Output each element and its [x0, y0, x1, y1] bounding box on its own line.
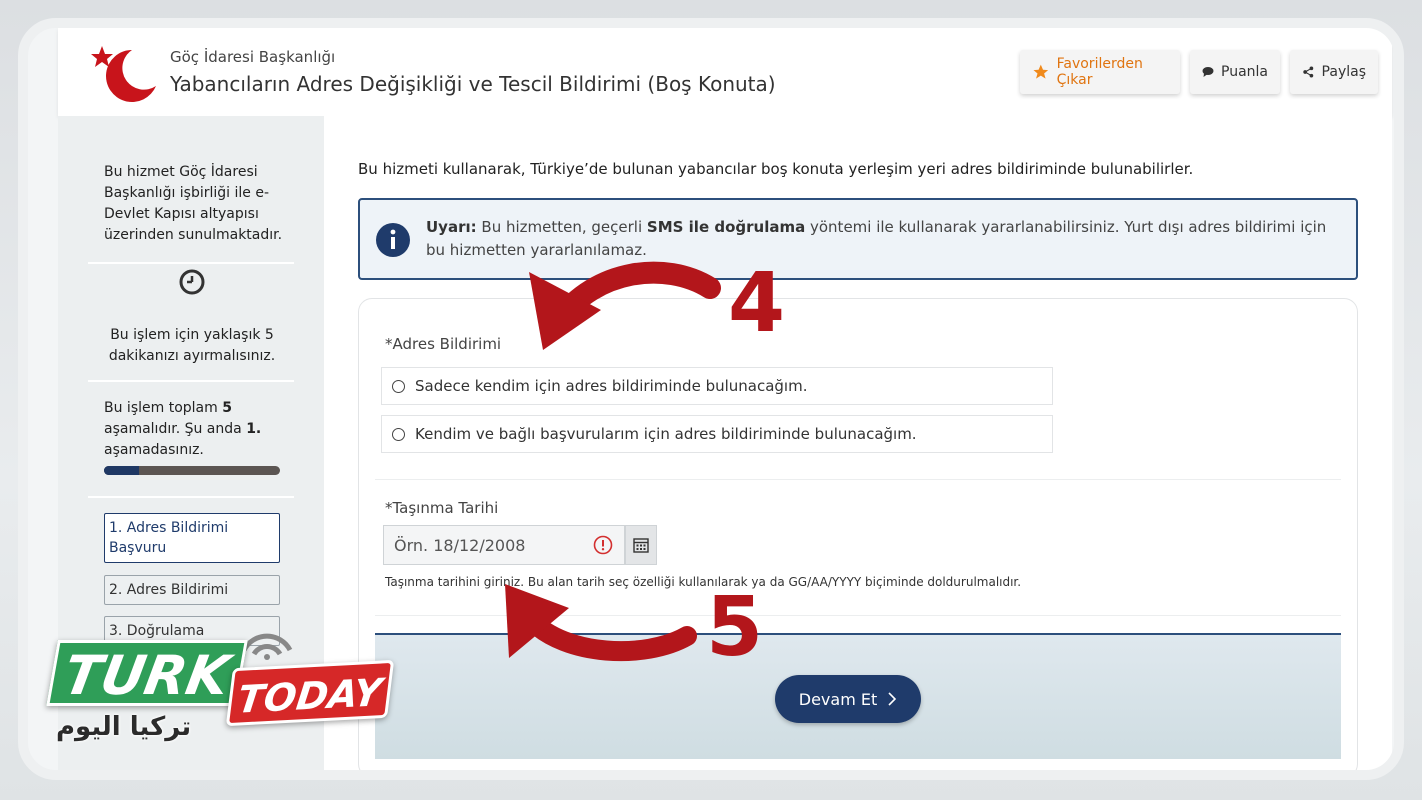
- rate-label: Puanla: [1221, 64, 1268, 80]
- speech-bubble-icon: [1202, 67, 1214, 77]
- warning-alert: Uyarı: Bu hizmetten, geçerli SMS ile doğ…: [358, 198, 1358, 280]
- address-field-label: *Adres Bildirimi: [385, 335, 502, 353]
- annotation-number-5: 5: [706, 580, 764, 675]
- calendar-button[interactable]: [625, 525, 657, 565]
- share-button[interactable]: Paylaş: [1290, 50, 1378, 94]
- org-name: Göç İdaresi Başkanlığı: [170, 48, 336, 66]
- sidebar-divider: [88, 380, 294, 382]
- share-icon: [1303, 66, 1314, 78]
- radio-option-self[interactable]: Sadece kendim için adres bildiriminde bu…: [381, 367, 1053, 405]
- moving-date-input[interactable]: Örn. 18/12/2008: [383, 525, 625, 565]
- intro-text: Bu hizmeti kullanarak, Türkiye’de buluna…: [358, 160, 1194, 178]
- progress-bar: [104, 466, 280, 475]
- sidebar-divider: [88, 496, 294, 498]
- error-icon: [593, 535, 613, 555]
- calendar-icon: [633, 538, 649, 553]
- clock-icon: [179, 269, 205, 295]
- radio-circle[interactable]: [392, 379, 405, 393]
- brand-turk: TURK: [46, 640, 248, 707]
- page-title: Yabancıların Adres Değişikliği ve Tescil…: [170, 72, 776, 96]
- brand-today: TODAY: [225, 659, 395, 727]
- goc-idaresi-logo: [91, 46, 156, 102]
- info-icon: [376, 223, 410, 257]
- star-icon: [1033, 64, 1049, 79]
- continue-button[interactable]: Devam Et: [775, 675, 921, 723]
- favorite-button[interactable]: Favorilerden Çıkar: [1020, 50, 1180, 94]
- chevron-right-icon: [888, 692, 897, 706]
- duration-info: Bu işlem için yaklaşık 5 dakikanızı ayır…: [108, 327, 276, 364]
- radio-option-self-and-dependents[interactable]: Kendim ve bağlı başvurularım için adres …: [381, 415, 1053, 453]
- form-card: *Adres Bildirimi Sadece kendim için adre…: [358, 298, 1358, 770]
- progress-info: Bu işlem toplam 5 aşamalıdır. Şu anda 1.…: [104, 400, 262, 458]
- annotation-number-4: 4: [728, 256, 786, 351]
- form-separator: [375, 479, 1341, 480]
- favorite-label: Favorilerden Çıkar: [1056, 56, 1143, 88]
- annotation-arrow-5: [505, 584, 697, 662]
- annotation-arrow-4: [529, 261, 721, 350]
- rate-button[interactable]: Puanla: [1190, 50, 1280, 94]
- service-info: Bu hizmet Göç İdaresi Başkanlığı işbirli…: [104, 164, 283, 243]
- turktoday-logo: TURK TODAY تركيا اليوم: [40, 620, 410, 752]
- step-1[interactable]: 1. Adres Bildirimi Başvuru: [104, 513, 280, 563]
- sidebar-divider: [88, 262, 294, 264]
- brand-arabic: تركيا اليوم: [56, 712, 192, 742]
- main-content: Bu hizmeti kullanarak, Türkiye’de buluna…: [324, 116, 1392, 770]
- step-2[interactable]: 2. Adres Bildirimi: [104, 575, 280, 605]
- date-field-label: *Taşınma Tarihi: [385, 499, 499, 517]
- radio-circle[interactable]: [392, 427, 405, 441]
- progress-fill: [104, 466, 140, 475]
- header: Göç İdaresi Başkanlığı Yabancıların Adre…: [58, 28, 1392, 116]
- share-label: Paylaş: [1321, 64, 1366, 80]
